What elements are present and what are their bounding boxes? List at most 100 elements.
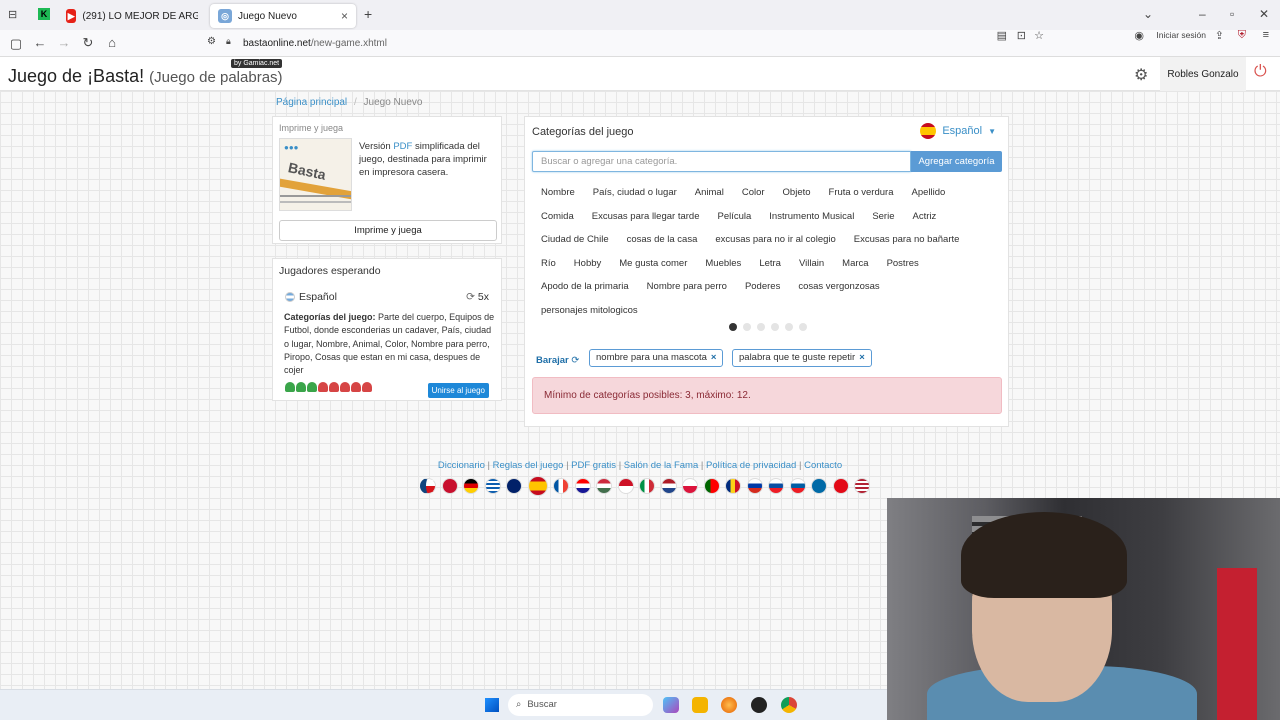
chrome-icon[interactable] <box>781 697 797 713</box>
new-tab-icon[interactable]: + <box>364 6 372 22</box>
category-option[interactable]: Color <box>733 187 774 198</box>
spain-flag-icon[interactable] <box>527 476 548 496</box>
footer-link-contact[interactable]: Contacto <box>804 460 842 471</box>
copilot-icon[interactable] <box>663 697 679 713</box>
shield-extension-icon[interactable]: ⛨ <box>1238 29 1246 42</box>
category-option[interactable]: Película <box>708 211 760 222</box>
tab-list-icon[interactable]: ⊟ <box>8 8 17 21</box>
remove-chip-icon[interactable]: × <box>859 352 865 363</box>
page-dot[interactable] <box>771 323 779 331</box>
croatia-flag-icon[interactable] <box>574 478 591 494</box>
page-dot[interactable] <box>799 323 807 331</box>
page-dot[interactable] <box>757 323 765 331</box>
user-name[interactable]: Robles Gonzalo <box>1160 57 1246 91</box>
maximize-icon[interactable]: ▫ <box>1230 7 1234 21</box>
screenshot-icon[interactable]: ⊡ <box>1017 29 1026 42</box>
taskbar-search[interactable]: ⌕ Buscar <box>508 694 653 716</box>
reload-icon[interactable]: ↻ <box>76 35 100 51</box>
usa-flag-icon[interactable] <box>854 478 870 494</box>
logout-power-icon[interactable]: ⏻ <box>1254 63 1267 81</box>
russia-flag-icon[interactable] <box>746 478 763 494</box>
greece-flag-icon[interactable] <box>484 478 501 494</box>
print-and-play-button[interactable]: Imprime y juega <box>279 220 497 241</box>
footer-link-hall-of-fame[interactable]: Salón de la Fama <box>624 460 698 471</box>
gamiac-badge[interactable]: by Gamiac.net <box>231 59 283 68</box>
category-option[interactable]: Postres <box>878 258 928 269</box>
italy-flag-icon[interactable] <box>639 478 655 494</box>
back-icon[interactable]: ← <box>28 35 52 50</box>
tab-youtube[interactable]: ▶ (291) LO MEJOR DE ARGENTIN... <box>58 4 206 28</box>
category-search-input[interactable]: Buscar o agregar una categoría. <box>532 151 911 172</box>
shuffle-button[interactable]: Barajar ⟳ <box>536 355 579 366</box>
close-window-icon[interactable]: ✕ <box>1259 7 1269 21</box>
category-option[interactable]: Objeto <box>774 187 820 198</box>
germany-flag-icon[interactable] <box>463 478 479 494</box>
category-option[interactable]: Nombre <box>532 187 584 198</box>
poland-flag-icon[interactable] <box>682 478 698 494</box>
category-option[interactable]: Serie <box>863 211 903 222</box>
category-option[interactable]: Villain <box>790 258 833 269</box>
file-explorer-icon[interactable] <box>692 697 708 713</box>
extensions-icon[interactable]: ⇪ <box>1215 29 1224 42</box>
add-category-button[interactable]: Agregar categoría <box>911 151 1002 172</box>
category-option[interactable]: Fruta o verdura <box>820 187 903 198</box>
pdf-preview-image[interactable]: ●●● Basta <box>279 138 352 211</box>
category-option[interactable]: Instrumento Musical <box>760 211 863 222</box>
site-info-icon[interactable]: ⚙ <box>207 36 216 47</box>
category-option[interactable]: Excusas para llegar tarde <box>583 211 709 222</box>
footer-link-pdf[interactable]: PDF gratis <box>571 460 616 471</box>
category-option[interactable]: Ciudad de Chile <box>532 234 618 245</box>
czech-flag-icon[interactable] <box>420 478 436 494</box>
category-option[interactable]: Actriz <box>904 211 946 222</box>
category-option[interactable]: excusas para no ir al colegio <box>706 234 844 245</box>
category-option[interactable]: Excusas para no bañarte <box>845 234 969 245</box>
category-option[interactable]: Poderes <box>736 281 789 292</box>
tab-overflow-icon[interactable]: ⌄ <box>1143 7 1153 21</box>
menu-icon[interactable]: ≡ <box>1263 29 1269 41</box>
indonesia-flag-icon[interactable] <box>617 478 634 494</box>
category-option[interactable]: Comida <box>532 211 583 222</box>
footer-link-rules[interactable]: Reglas del juego <box>493 460 564 471</box>
portugal-flag-icon[interactable] <box>703 478 720 494</box>
slovakia-flag-icon[interactable] <box>768 478 784 494</box>
category-option[interactable]: Marca <box>833 258 877 269</box>
uk-flag-icon[interactable] <box>506 478 522 494</box>
netherlands-flag-icon[interactable] <box>660 478 677 494</box>
settings-gear-icon[interactable]: ⚙ <box>1134 65 1148 85</box>
category-option[interactable]: Hobby <box>565 258 610 269</box>
minimize-icon[interactable]: – <box>1199 7 1206 21</box>
selected-category-chip[interactable]: nombre para una mascota × <box>589 349 724 367</box>
language-dropdown[interactable]: Español ▼ <box>920 123 996 139</box>
category-option[interactable]: Apodo de la primaria <box>532 281 638 292</box>
address-bar[interactable]: bastaonline.net/new-game.xhtml <box>243 38 387 49</box>
category-option[interactable]: Letra <box>750 258 790 269</box>
category-option[interactable]: Nombre para perro <box>638 281 736 292</box>
category-option[interactable]: cosas de la casa <box>618 234 707 245</box>
footer-link-dictionary[interactable]: Diccionario <box>438 460 485 471</box>
category-option[interactable]: personajes mitologicos <box>532 305 647 316</box>
signin-label[interactable]: Iniciar sesión <box>1156 30 1206 40</box>
reader-view-icon[interactable]: ▤ <box>997 29 1007 42</box>
obs-icon[interactable] <box>751 697 767 713</box>
forward-icon[interactable]: → <box>52 35 76 50</box>
denmark-flag-icon[interactable] <box>441 478 458 494</box>
sweden-flag-icon[interactable] <box>811 478 827 494</box>
account-icon[interactable]: ◉ <box>1134 29 1144 42</box>
sidebar-icon[interactable]: ▢ <box>4 36 28 52</box>
pinned-tab-kick-icon[interactable]: K <box>38 8 50 20</box>
category-option[interactable]: Me gusta comer <box>610 258 696 269</box>
selected-category-chip[interactable]: palabra que te guste repetir × <box>732 349 872 367</box>
category-option[interactable]: Río <box>532 258 565 269</box>
windows-start-icon[interactable] <box>485 698 499 712</box>
page-dot-active[interactable] <box>729 323 737 331</box>
home-icon[interactable]: ⌂ <box>100 35 124 50</box>
tab-juego-nuevo[interactable]: ◎ Juego Nuevo × <box>210 4 356 28</box>
category-option[interactable]: País, ciudad o lugar <box>584 187 686 198</box>
pdf-link[interactable]: PDF <box>393 141 412 152</box>
category-option[interactable]: Muebles <box>696 258 750 269</box>
category-option[interactable]: cosas vergonzosas <box>789 281 888 292</box>
remove-chip-icon[interactable]: × <box>711 352 717 363</box>
breadcrumb-home-link[interactable]: Página principal <box>276 97 347 108</box>
france-flag-icon[interactable] <box>553 478 569 494</box>
slovenia-flag-icon[interactable] <box>789 478 806 494</box>
